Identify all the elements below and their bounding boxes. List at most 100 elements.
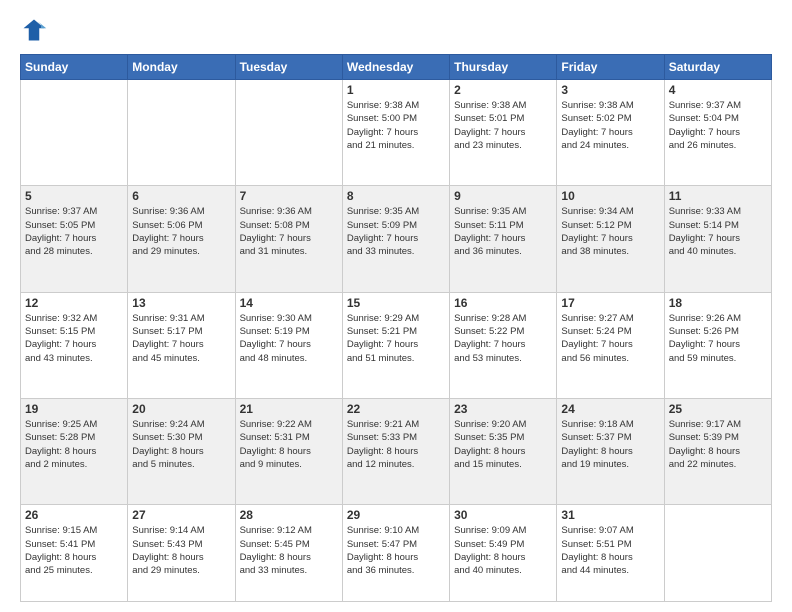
day-number: 15 [347,296,445,310]
day-number: 16 [454,296,552,310]
day-number: 3 [561,83,659,97]
day-header-friday: Friday [557,55,664,80]
day-header-sunday: Sunday [21,55,128,80]
calendar-cell: 3 Sunrise: 9:38 AM Sunset: 5:02 PM Daylig… [557,80,664,186]
day-header-tuesday: Tuesday [235,55,342,80]
day-number: 18 [669,296,767,310]
day-number: 24 [561,402,659,416]
calendar-cell: 26Sunrise: 9:15 AM Sunset: 5:41 PM Dayli… [21,505,128,602]
cell-content: Sunrise: 9:38 AM Sunset: 5:02 PM Dayligh… [561,99,659,152]
cell-content: Sunrise: 9:34 AM Sunset: 5:12 PM Dayligh… [561,205,659,258]
day-number: 25 [669,402,767,416]
cell-content: Sunrise: 9:35 AM Sunset: 5:09 PM Dayligh… [347,205,445,258]
calendar-cell [664,505,771,602]
day-number: 27 [132,508,230,522]
calendar-cell: 20Sunrise: 9:24 AM Sunset: 5:30 PM Dayli… [128,398,235,504]
day-number: 1 [347,83,445,97]
day-number: 9 [454,189,552,203]
calendar-cell: 14 Sunrise: 9:30 AM Sunset: 5:19 PM Dayli… [235,292,342,398]
cell-content: Sunrise: 9:38 AM Sunset: 5:01 PM Dayligh… [454,99,552,152]
cell-content: Sunrise: 9:12 AM Sunset: 5:45 PM Dayligh… [240,524,338,577]
calendar-cell: 31Sunrise: 9:07 AM Sunset: 5:51 PM Dayli… [557,505,664,602]
day-number: 2 [454,83,552,97]
day-number: 11 [669,189,767,203]
day-number: 28 [240,508,338,522]
cell-content: Sunrise: 9:36 AM Sunset: 5:08 PM Dayligh… [240,205,338,258]
calendar-cell: 10 Sunrise: 9:34 AM Sunset: 5:12 PM Dayli… [557,186,664,292]
cell-content: Sunrise: 9:20 AM Sunset: 5:35 PM Dayligh… [454,418,552,471]
cell-content: Sunrise: 9:31 AM Sunset: 5:17 PM Dayligh… [132,312,230,365]
cell-content: Sunrise: 9:15 AM Sunset: 5:41 PM Dayligh… [25,524,123,577]
calendar-cell: 28 Sunrise: 9:12 AM Sunset: 5:45 PM Dayli… [235,505,342,602]
day-number: 17 [561,296,659,310]
calendar-cell: 16 Sunrise: 9:28 AM Sunset: 5:22 PM Dayli… [450,292,557,398]
cell-content: Sunrise: 9:36 AM Sunset: 5:06 PM Dayligh… [132,205,230,258]
day-number: 6 [132,189,230,203]
calendar-cell: 6 Sunrise: 9:36 AM Sunset: 5:06 PM Daylig… [128,186,235,292]
day-number: 19 [25,402,123,416]
header [20,16,772,44]
calendar-cell: 17 Sunrise: 9:27 AM Sunset: 5:24 PM Dayli… [557,292,664,398]
calendar-cell: 23 Sunrise: 9:20 AM Sunset: 5:35 PM Dayli… [450,398,557,504]
cell-content: Sunrise: 9:37 AM Sunset: 5:04 PM Dayligh… [669,99,767,152]
calendar-cell: 7 Sunrise: 9:36 AM Sunset: 5:08 PM Daylig… [235,186,342,292]
cell-content: Sunrise: 9:28 AM Sunset: 5:22 PM Dayligh… [454,312,552,365]
calendar-cell: 8Sunrise: 9:35 AM Sunset: 5:09 PM Daylig… [342,186,449,292]
calendar-cell: 2 Sunrise: 9:38 AM Sunset: 5:01 PM Daylig… [450,80,557,186]
calendar-table: SundayMondayTuesdayWednesdayThursdayFrid… [20,54,772,602]
cell-content: Sunrise: 9:10 AM Sunset: 5:47 PM Dayligh… [347,524,445,577]
cell-content: Sunrise: 9:22 AM Sunset: 5:31 PM Dayligh… [240,418,338,471]
cell-content: Sunrise: 9:25 AM Sunset: 5:28 PM Dayligh… [25,418,123,471]
cell-content: Sunrise: 9:30 AM Sunset: 5:19 PM Dayligh… [240,312,338,365]
calendar-cell: 9 Sunrise: 9:35 AM Sunset: 5:11 PM Daylig… [450,186,557,292]
cell-content: Sunrise: 9:09 AM Sunset: 5:49 PM Dayligh… [454,524,552,577]
calendar-cell: 13 Sunrise: 9:31 AM Sunset: 5:17 PM Dayli… [128,292,235,398]
cell-content: Sunrise: 9:24 AM Sunset: 5:30 PM Dayligh… [132,418,230,471]
calendar-cell: 24 Sunrise: 9:18 AM Sunset: 5:37 PM Dayli… [557,398,664,504]
day-header-monday: Monday [128,55,235,80]
calendar-cell: 11 Sunrise: 9:33 AM Sunset: 5:14 PM Dayli… [664,186,771,292]
calendar-cell: 29Sunrise: 9:10 AM Sunset: 5:47 PM Dayli… [342,505,449,602]
day-number: 12 [25,296,123,310]
day-number: 14 [240,296,338,310]
cell-content: Sunrise: 9:38 AM Sunset: 5:00 PM Dayligh… [347,99,445,152]
calendar-cell: 4 Sunrise: 9:37 AM Sunset: 5:04 PM Daylig… [664,80,771,186]
calendar-cell: 21 Sunrise: 9:22 AM Sunset: 5:31 PM Dayli… [235,398,342,504]
calendar-cell: 12 Sunrise: 9:32 AM Sunset: 5:15 PM Dayli… [21,292,128,398]
day-number: 21 [240,402,338,416]
calendar-header-row: SundayMondayTuesdayWednesdayThursdayFrid… [21,55,772,80]
day-number: 13 [132,296,230,310]
day-number: 22 [347,402,445,416]
calendar-cell [21,80,128,186]
cell-content: Sunrise: 9:26 AM Sunset: 5:26 PM Dayligh… [669,312,767,365]
calendar-cell: 1 Sunrise: 9:38 AM Sunset: 5:00 PM Daylig… [342,80,449,186]
day-number: 7 [240,189,338,203]
day-number: 10 [561,189,659,203]
page: SundayMondayTuesdayWednesdayThursdayFrid… [0,0,792,612]
calendar-week-3: 12 Sunrise: 9:32 AM Sunset: 5:15 PM Dayli… [21,292,772,398]
day-header-saturday: Saturday [664,55,771,80]
logo [20,16,52,44]
day-number: 23 [454,402,552,416]
cell-content: Sunrise: 9:35 AM Sunset: 5:11 PM Dayligh… [454,205,552,258]
logo-icon [20,16,48,44]
cell-content: Sunrise: 9:07 AM Sunset: 5:51 PM Dayligh… [561,524,659,577]
day-header-wednesday: Wednesday [342,55,449,80]
day-header-thursday: Thursday [450,55,557,80]
calendar-week-2: 5 Sunrise: 9:37 AM Sunset: 5:05 PM Daylig… [21,186,772,292]
cell-content: Sunrise: 9:29 AM Sunset: 5:21 PM Dayligh… [347,312,445,365]
cell-content: Sunrise: 9:27 AM Sunset: 5:24 PM Dayligh… [561,312,659,365]
cell-content: Sunrise: 9:21 AM Sunset: 5:33 PM Dayligh… [347,418,445,471]
calendar-cell: 5 Sunrise: 9:37 AM Sunset: 5:05 PM Daylig… [21,186,128,292]
cell-content: Sunrise: 9:32 AM Sunset: 5:15 PM Dayligh… [25,312,123,365]
calendar-cell: 30Sunrise: 9:09 AM Sunset: 5:49 PM Dayli… [450,505,557,602]
calendar-week-5: 26Sunrise: 9:15 AM Sunset: 5:41 PM Dayli… [21,505,772,602]
cell-content: Sunrise: 9:37 AM Sunset: 5:05 PM Dayligh… [25,205,123,258]
calendar-week-4: 19 Sunrise: 9:25 AM Sunset: 5:28 PM Dayli… [21,398,772,504]
calendar-cell: 15 Sunrise: 9:29 AM Sunset: 5:21 PM Dayli… [342,292,449,398]
day-number: 4 [669,83,767,97]
cell-content: Sunrise: 9:33 AM Sunset: 5:14 PM Dayligh… [669,205,767,258]
cell-content: Sunrise: 9:18 AM Sunset: 5:37 PM Dayligh… [561,418,659,471]
cell-content: Sunrise: 9:17 AM Sunset: 5:39 PM Dayligh… [669,418,767,471]
day-number: 5 [25,189,123,203]
